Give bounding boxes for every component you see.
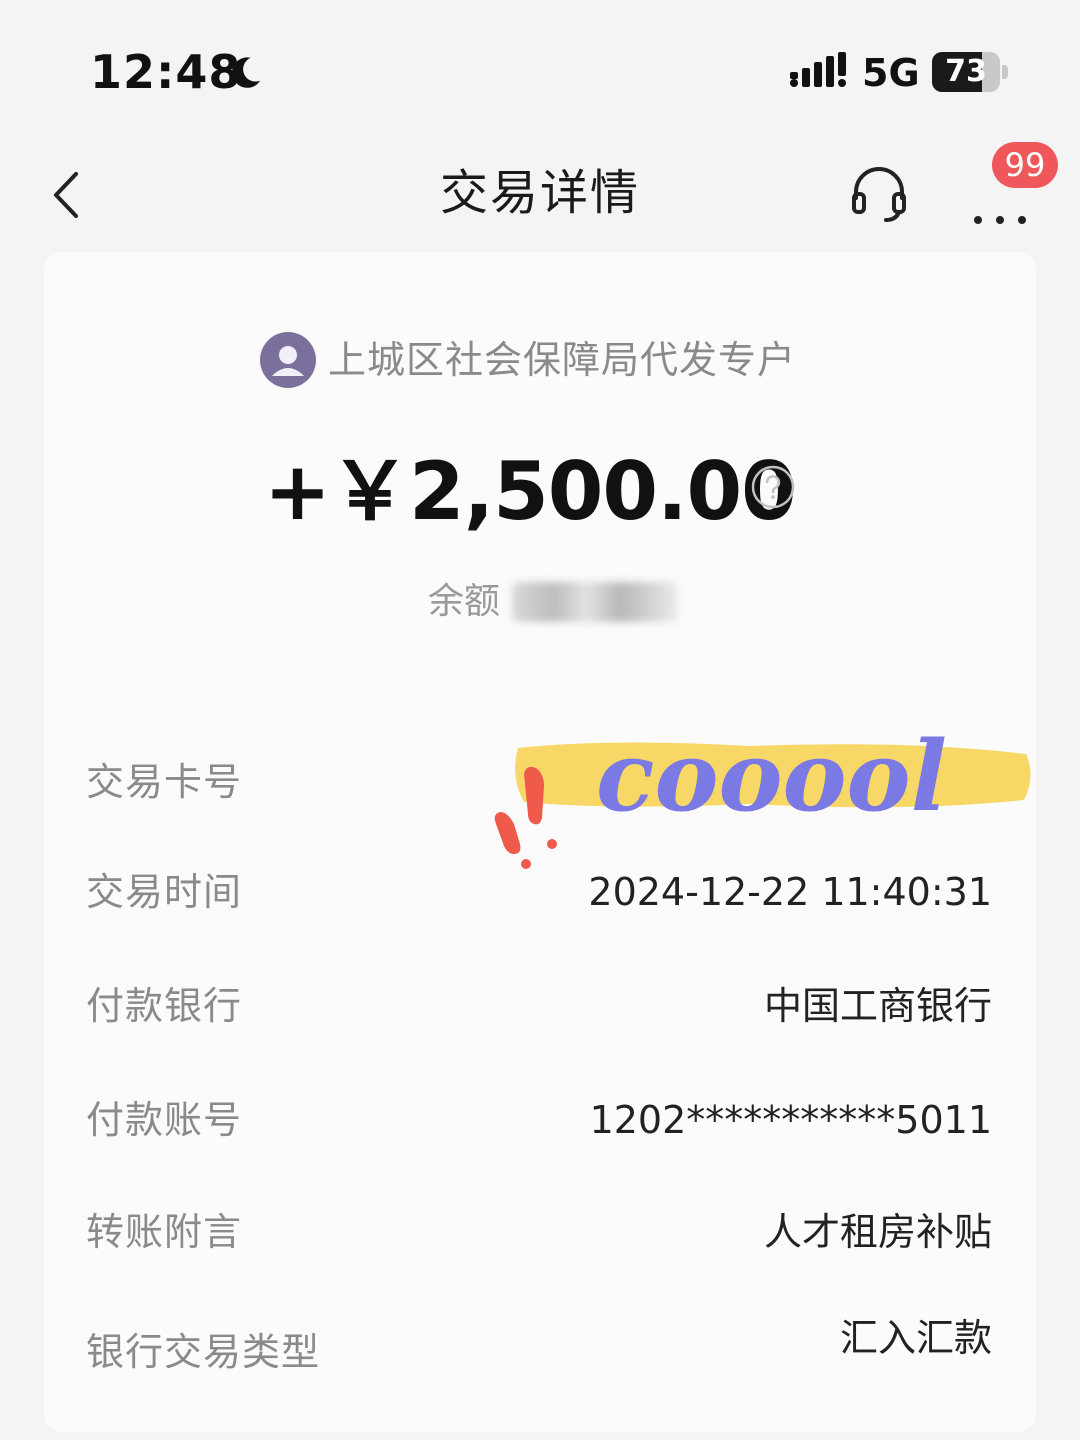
detail-row-payer-bank: 付款银行 中国工商银行	[44, 966, 1036, 1046]
signal-icon	[790, 52, 846, 87]
page-title: 交易详情	[439, 165, 640, 221]
question-icon[interactable]	[750, 464, 796, 510]
sticker-text: cooool	[596, 720, 947, 833]
payer: 上城区社会保障局代发专户	[44, 330, 1036, 390]
detail-value: 人才租房补贴	[763, 1210, 992, 1254]
transaction-amount: +￥2,500.00	[264, 445, 797, 538]
balance-value-redacted	[512, 582, 678, 622]
notification-badge: 99	[992, 142, 1058, 188]
detail-label: 付款账号	[86, 1098, 243, 1142]
detail-row-payer-account: 付款账号 1202***********5011	[44, 1080, 1036, 1160]
exclaim-dot	[547, 839, 557, 849]
detail-row-transaction-type: 银行交易类型 汇入汇款	[44, 1298, 1036, 1378]
balance-label: 余额	[428, 581, 501, 622]
detail-row-remark: 转账附言 人才租房补贴	[44, 1192, 1036, 1272]
exclaim-mark	[524, 766, 544, 825]
network-label: 5G	[862, 51, 920, 95]
cooool-sticker: cooool	[494, 720, 1031, 869]
customer-service-button[interactable]	[846, 160, 912, 226]
exclaim-dot	[521, 859, 531, 869]
detail-label: 银行交易类型	[86, 1330, 321, 1374]
detail-value: 中国工商银行	[763, 984, 992, 1028]
detail-label: 交易卡号	[86, 760, 243, 804]
battery-indicator: 73	[932, 52, 1010, 92]
nav-bar: 交易详情	[0, 140, 1080, 250]
chevron-left-icon	[54, 172, 78, 218]
detail-value: 汇入汇款	[839, 1316, 992, 1360]
status-bar: 12:48 5G 73	[0, 0, 1080, 140]
user-icon	[272, 346, 304, 376]
detail-label: 转账附言	[86, 1210, 243, 1254]
battery-level: 73	[945, 54, 987, 89]
headset-icon	[852, 167, 906, 222]
status-time: 12:48	[90, 45, 242, 99]
detail-label: 付款银行	[86, 984, 243, 1028]
payer-name: 上城区社会保障局代发专户	[328, 338, 797, 382]
exclaim-mark	[494, 812, 521, 854]
detail-value: 2024-12-22 11:40:31	[588, 870, 992, 914]
detail-label: 交易时间	[86, 870, 243, 914]
back-button[interactable]	[40, 160, 100, 230]
payer-avatar	[260, 332, 316, 388]
detail-value: 1202***********5011	[589, 1098, 992, 1142]
moon-icon	[232, 57, 261, 88]
